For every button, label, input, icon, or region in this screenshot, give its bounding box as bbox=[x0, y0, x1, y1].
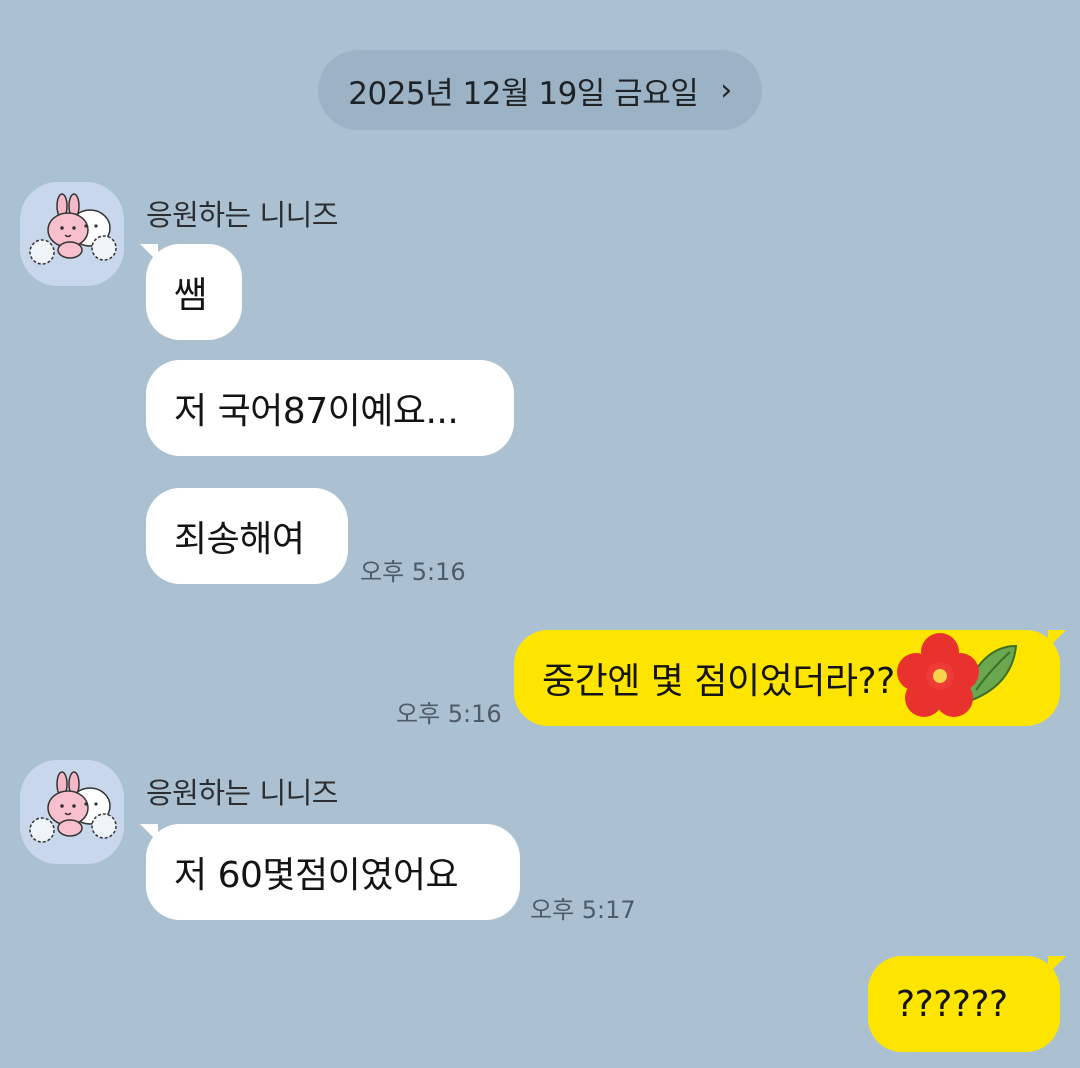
sender-name: 응원하는 니니즈 bbox=[146, 198, 338, 232]
chevron-right-icon: › bbox=[720, 72, 732, 108]
message-text: 중간엔 몇 점이었더라?? bbox=[542, 661, 895, 702]
message-bubble[interactable]: 죄송해여 bbox=[146, 488, 348, 584]
message-bubble[interactable]: 쌤 bbox=[146, 244, 242, 340]
message-timestamp: 오후 5:16 bbox=[396, 700, 502, 728]
message-bubble[interactable]: ?????? bbox=[868, 956, 1060, 1052]
ninis-cheering-sticker-icon bbox=[20, 182, 124, 286]
sender-name: 응원하는 니니즈 bbox=[146, 776, 338, 810]
avatar[interactable] bbox=[20, 760, 124, 864]
message-timestamp: 오후 5:16 bbox=[360, 558, 466, 586]
avatar[interactable] bbox=[20, 182, 124, 286]
ninis-cheering-sticker-icon bbox=[20, 760, 124, 864]
message-bubble[interactable]: 저 60몇점이였어요 bbox=[146, 824, 520, 920]
red-flower-icon bbox=[897, 633, 1018, 717]
message-bubble[interactable]: 저 국어87이예요... bbox=[146, 360, 514, 456]
date-label: 2025년 12월 19일 금요일 bbox=[348, 75, 699, 112]
message-timestamp: 오후 5:17 bbox=[530, 896, 636, 924]
date-divider[interactable]: 2025년 12월 19일 금요일 › bbox=[318, 50, 762, 130]
